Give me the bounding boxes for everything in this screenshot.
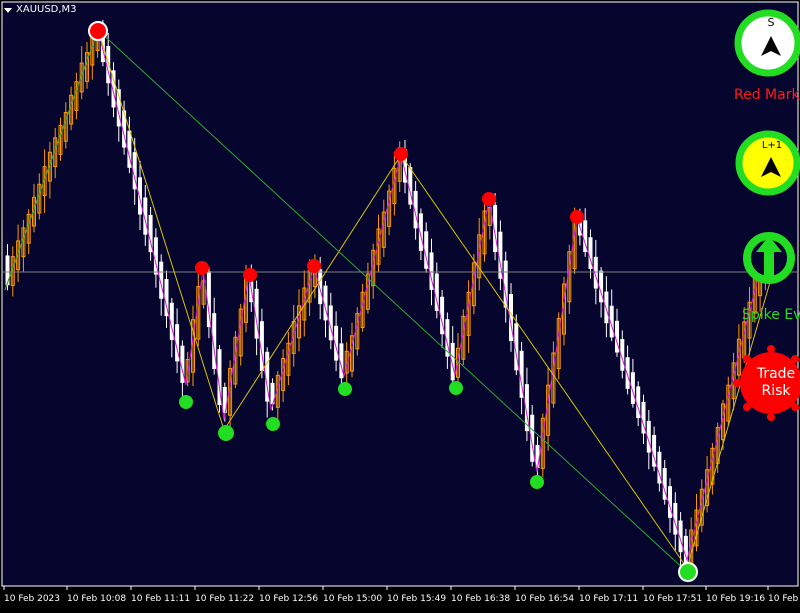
virus-spike [733,379,741,387]
badge-trade-line2: Risk [761,383,791,399]
high-pivot-marker [243,268,257,282]
badge-label-l1: L+1 [762,140,782,151]
candle-body [339,343,344,379]
x-tick-label: 10 Feb 2023 [4,594,60,604]
low-pivot-marker [266,417,280,431]
major-high-pivot-marker [88,21,108,41]
badge-red-mark[interactable]: S Red Mark [734,9,800,103]
high-pivot-marker [195,261,209,275]
x-tick-label: 10 Feb 11:22 [195,594,254,604]
low-pivot-marker [449,381,463,395]
badge-l-plus-1[interactable]: L+1 [735,130,800,196]
candle-body [615,320,619,353]
major-low-pivot-marker [218,425,234,441]
virus-spike [742,403,751,412]
chart-menu-chevron-icon[interactable] [4,8,12,13]
x-tick-label: 10 Feb 15:49 [387,594,446,604]
x-tick-label: 10 Feb 10:08 [67,594,126,604]
symbol-timeframe-label: XAUUSD,M3 [16,4,77,15]
x-tick-label: 10 Feb 11:11 [131,594,190,604]
low-pivot-marker [530,475,544,489]
virus-spike [767,345,775,353]
virus-spike [791,403,800,412]
x-tick-label: 10 Feb 16:38 [451,594,510,604]
virus-spike [767,413,775,421]
x-tick-label: 10 Feb 16:54 [515,594,574,604]
virus-spike [742,354,751,363]
x-tick-label: 10 Feb 12:56 [259,594,318,604]
x-axis: 10 Feb 2023 10 Feb 10:08 10 Feb 11:11 10 Fe… [3,586,800,604]
high-pivot-marker [482,192,496,206]
x-tick-label: 10 Feb 17:51 [643,594,702,604]
badge-caption-red-mark: Red Mark [734,87,800,103]
high-pivot-marker [570,210,584,224]
x-tick-label: 10 Feb 19: [768,594,800,604]
badge-label-s: S [768,16,775,29]
candle-body [323,285,328,321]
low-pivot-marker [179,395,193,409]
high-pivot-marker [307,259,321,273]
high-pivot-marker [394,147,408,161]
x-tick-label: 10 Feb 19:16 [706,594,765,604]
low-pivot-marker [338,382,352,396]
chart-window[interactable]: 10 Feb 2023 10 Feb 10:08 10 Feb 11:11 10 Fe… [0,0,800,609]
x-tick-label: 10 Feb 17:11 [579,594,638,604]
price-chart[interactable]: 10 Feb 2023 10 Feb 10:08 10 Feb 11:11 10 Fe… [0,0,800,609]
virus-spike [791,354,800,363]
major-low-pivot-marker [678,562,698,582]
badge-caption-spike: Spike Ev [742,307,800,323]
plot-area[interactable] [1,1,799,587]
candle-body [668,486,672,518]
x-tick-label: 10 Feb 15:00 [323,594,382,604]
badge-trade-line1: Trade [756,366,795,382]
